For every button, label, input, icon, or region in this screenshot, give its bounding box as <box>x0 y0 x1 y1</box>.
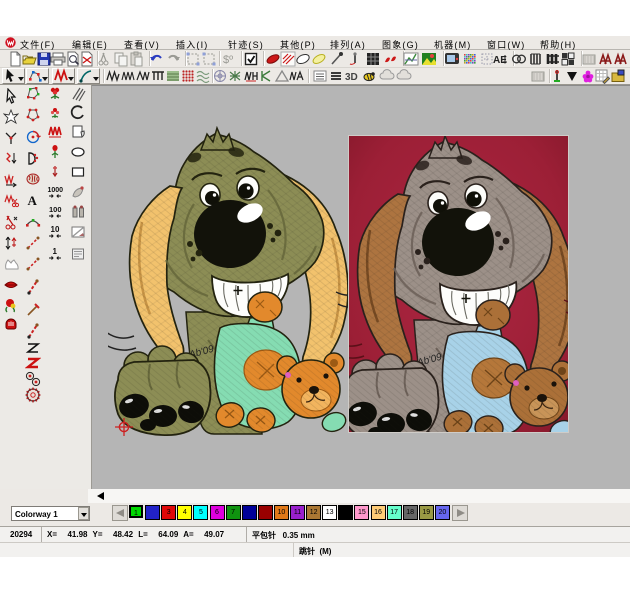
svg-text:1: 1 <box>53 247 58 256</box>
svg-text:1000: 1000 <box>48 187 64 194</box>
svg-text:100: 100 <box>49 205 62 214</box>
svg-text:10: 10 <box>51 225 60 234</box>
svg-text:$º: $º <box>223 54 233 66</box>
svg-text:A: A <box>28 193 38 208</box>
svg-text:3D: 3D <box>345 72 358 83</box>
